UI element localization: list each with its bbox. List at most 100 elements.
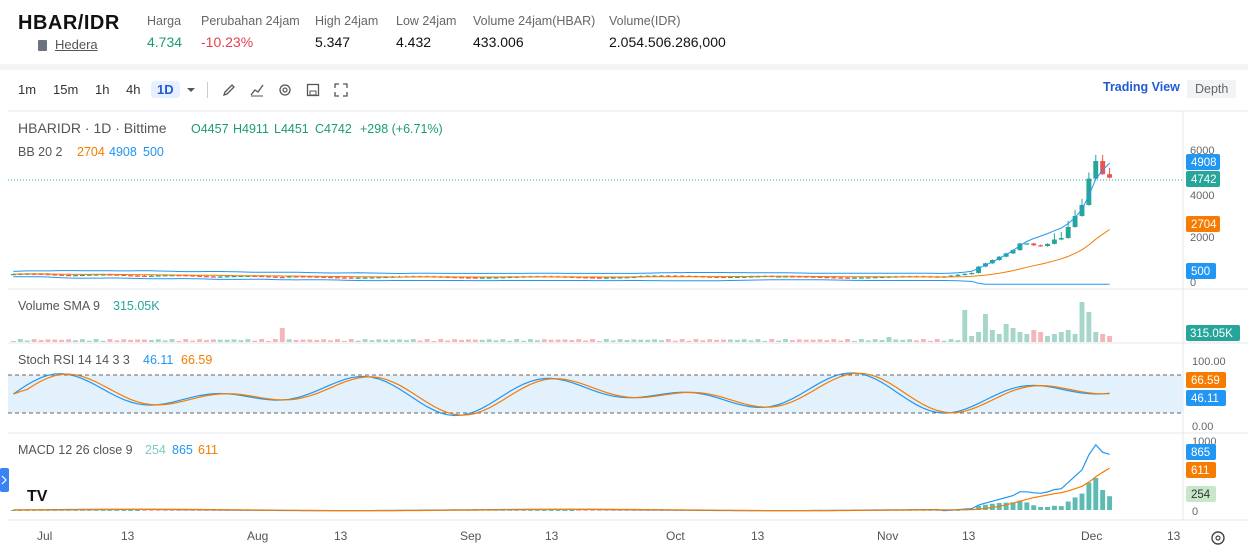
volume-bar — [1086, 312, 1092, 342]
volume-bar — [314, 339, 320, 342]
volume-bar — [796, 339, 802, 342]
candle-body — [1058, 238, 1064, 240]
macd-bar — [590, 510, 595, 511]
candle-body — [590, 277, 595, 279]
candle-body — [348, 277, 354, 279]
volume-bar — [955, 340, 961, 342]
volume-bar — [707, 339, 713, 342]
macd-bar — [1038, 507, 1044, 510]
macd-bar — [155, 510, 161, 511]
time-tick-nov: Nov — [877, 529, 898, 543]
volume-bar — [645, 339, 651, 342]
volume-bar — [266, 340, 271, 342]
candle-body — [824, 277, 830, 279]
volume-bar — [417, 340, 423, 342]
volume-bar — [107, 339, 113, 342]
svg-text:4908: 4908 — [1191, 157, 1217, 169]
volume-bar — [741, 339, 747, 342]
legend-open: O4457 — [191, 122, 229, 136]
volume-bar — [1038, 332, 1044, 342]
candle-body — [128, 275, 134, 277]
volume-bar — [610, 340, 616, 342]
svg-text:254: 254 — [1191, 489, 1211, 501]
macd-bar — [1031, 505, 1037, 510]
volume-bar — [810, 339, 816, 342]
volume-value: 315.05K — [113, 299, 160, 313]
candle-body — [1038, 245, 1044, 247]
macd-bar — [1058, 506, 1064, 510]
document-icon — [38, 40, 47, 51]
svg-text:66.59: 66.59 — [1191, 375, 1220, 387]
volume-bar — [362, 339, 368, 342]
volume-bar — [341, 340, 347, 342]
volume-bar — [679, 339, 685, 342]
volume-bar — [31, 339, 37, 342]
candle-body — [617, 277, 623, 279]
volume-bar — [534, 340, 540, 342]
volume-bar — [431, 340, 437, 342]
volume-bar — [1031, 330, 1037, 342]
volume-bar — [100, 340, 106, 342]
volume-bar — [279, 328, 285, 342]
volume-bar — [59, 339, 65, 342]
volume-bar — [617, 339, 623, 342]
volume-bar — [652, 339, 658, 342]
volume-bar — [45, 339, 51, 342]
svg-text:611: 611 — [1191, 465, 1209, 477]
candle-body — [465, 277, 471, 279]
stat-price: Harga 4.734 — [147, 14, 183, 50]
candle-body — [727, 276, 733, 279]
volume-bar — [624, 340, 630, 342]
gear-icon[interactable] — [1211, 531, 1225, 545]
volume-bar — [541, 339, 547, 342]
macd-value: 865 — [172, 443, 193, 457]
volume-bar — [817, 339, 823, 342]
volume-bar — [169, 339, 175, 342]
time-tick-aug-13: 13 — [334, 529, 348, 543]
candle-body — [210, 276, 216, 278]
volume-bar — [286, 339, 292, 342]
volume-bar — [1079, 302, 1085, 342]
volume-bar — [224, 339, 230, 342]
volume-bar — [79, 339, 85, 342]
volume-bar — [410, 339, 416, 342]
svg-text:46.11: 46.11 — [1191, 393, 1219, 405]
candle-body — [1024, 243, 1030, 245]
stoch-axis-top: 100.00 — [1192, 356, 1226, 368]
time-tick-aug: Aug — [247, 529, 268, 543]
candle-body — [272, 276, 278, 278]
volume-bar — [452, 339, 458, 342]
volume-bar — [252, 340, 258, 342]
volume-bar — [569, 339, 575, 342]
candles-layer — [11, 154, 1112, 279]
candle-body — [865, 277, 871, 279]
volume-bar — [369, 340, 375, 342]
candle-body — [321, 276, 327, 278]
volume-bar — [783, 339, 788, 342]
volume-bar — [548, 339, 554, 342]
volume-bar — [259, 339, 265, 342]
volume-bar — [514, 339, 520, 342]
volume-bar — [459, 339, 464, 342]
volume-bar — [66, 339, 72, 342]
stat-low: Low 24jam 4.432 — [396, 14, 457, 50]
volume-bar — [528, 339, 533, 342]
time-tick-sep-13: 13 — [545, 529, 559, 543]
volume-bar — [493, 340, 499, 342]
legend-change: +298 (+6.71%) — [360, 122, 443, 136]
price-chart[interactable]: HBARIDR · 1D · Bittime O4457 H4911 L4451… — [0, 70, 1248, 559]
volume-bar — [424, 339, 430, 342]
volume-bar — [86, 340, 92, 342]
candle-body — [335, 277, 340, 279]
volume-bar — [803, 339, 809, 342]
time-tick-sep: Sep — [460, 529, 482, 543]
volume-bar — [148, 339, 154, 342]
coin-name-link[interactable]: Hedera — [55, 37, 98, 52]
candle-body — [479, 277, 485, 279]
volume-bar — [907, 339, 913, 342]
volume-bar — [183, 339, 189, 342]
sidebar-toggle-handle[interactable] — [0, 468, 9, 492]
macd-bar — [576, 510, 582, 511]
volume-bar — [1058, 332, 1064, 342]
candle-body — [1045, 243, 1050, 247]
